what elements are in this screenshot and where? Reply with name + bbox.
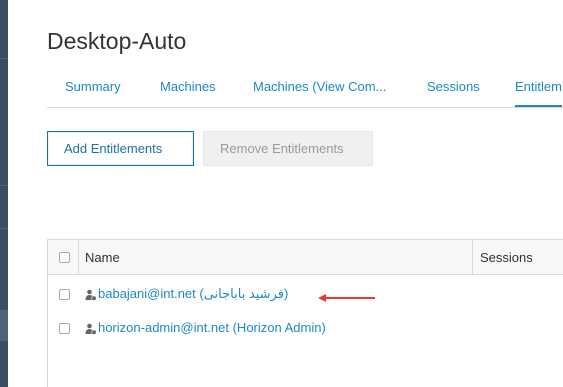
table-header: Name Sessions [48,240,563,275]
tab-machines[interactable]: Machines [160,79,216,94]
column-header-name[interactable]: Name [85,250,120,265]
user-group-icon [85,323,97,335]
red-arrow-left-icon [318,294,375,302]
tab-machines-view-composer[interactable]: Machines (View Com... [253,79,386,94]
user-group-icon [85,289,97,301]
column-divider [472,240,473,275]
table-row[interactable]: horizon-admin@int.net (Horizon Admin) [48,311,563,345]
table-row[interactable]: babajani@int.net (فرشید باباجانی) [48,277,563,311]
entitlements-table: Name Sessions babajani@int.net (فرشید با… [47,239,563,387]
row-checkbox[interactable] [59,323,70,334]
entitlement-user-link[interactable]: horizon-admin@int.net (Horizon Admin) [98,320,326,335]
tab-bar: Summary Machines Machines (View Com... S… [47,70,563,108]
rail-divider [0,185,8,186]
rail-divider [0,228,8,229]
rail-selected-item[interactable] [0,310,8,341]
select-all-checkbox[interactable] [59,252,70,263]
tab-entitlements[interactable]: Entitlem [515,79,562,107]
tab-sessions[interactable]: Sessions [427,79,480,94]
left-nav-rail [0,0,8,387]
remove-entitlements-button[interactable]: Remove Entitlements [203,131,373,166]
row-checkbox[interactable] [59,289,70,300]
rail-divider [0,58,8,59]
entitlement-user-link[interactable]: babajani@int.net (فرشید باباجانی) [98,286,288,302]
page-title: Desktop-Auto [47,28,187,54]
add-entitlements-button[interactable]: Add Entitlements [47,131,194,166]
column-header-sessions[interactable]: Sessions [480,250,533,265]
tab-summary[interactable]: Summary [65,79,121,94]
column-divider [78,240,79,275]
